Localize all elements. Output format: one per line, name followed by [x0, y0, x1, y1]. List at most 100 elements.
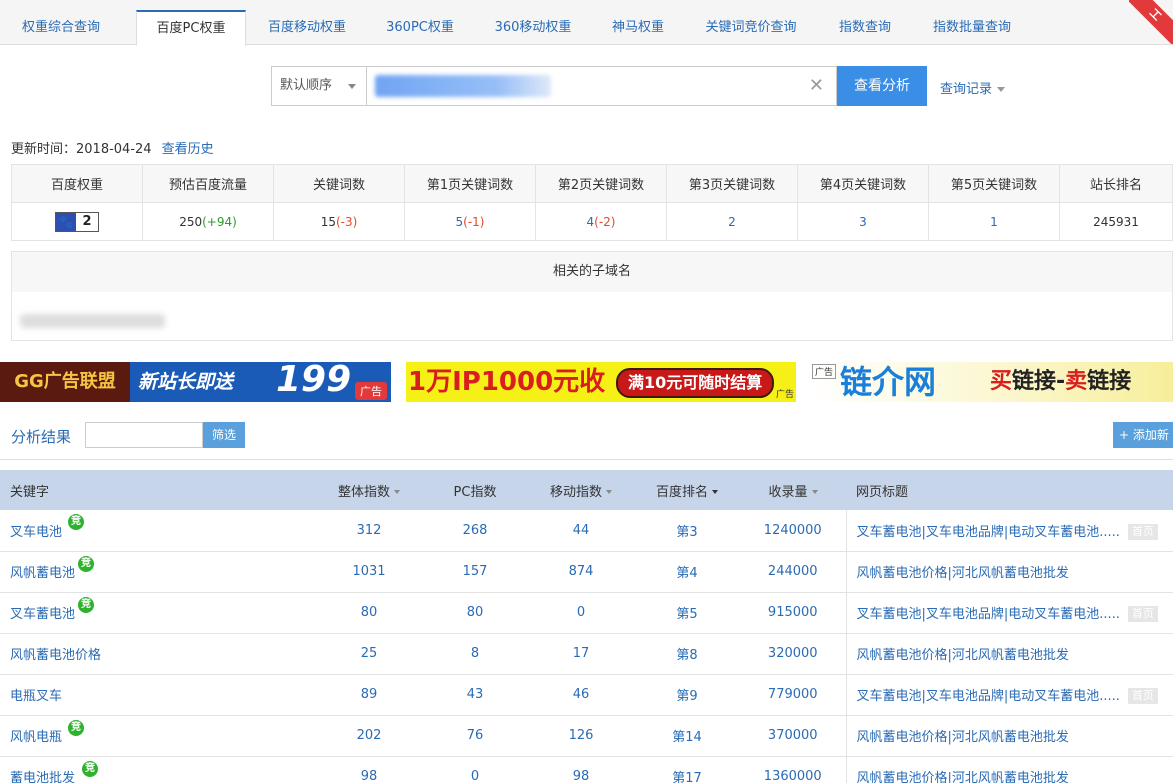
mobile-index-cell: 126 [528, 715, 634, 757]
sort-icon [606, 490, 612, 494]
keyword-count-cell: 15(-3) [273, 202, 405, 241]
keyword-link[interactable]: 叉车蓄电池 [10, 607, 75, 622]
table-row: 电瓶叉车 89 43 46 第9 779000 叉车蓄电池|叉车电池品牌|电动叉车蓄电池..… [0, 674, 1173, 716]
page-title-link[interactable]: 叉车蓄电池|叉车电池品牌|电动叉车蓄电池..... [857, 689, 1120, 704]
keyword-cell[interactable]: 电瓶叉车 [0, 674, 316, 716]
baidu-rank-cell[interactable]: 第17 [634, 756, 740, 783]
keyword-cell[interactable]: 风帆蓄电池竞 [0, 551, 316, 593]
col-indexed-count[interactable]: 收录量 [740, 470, 846, 510]
ip-ad-pill: 满10元可随时结算 [616, 368, 775, 398]
page-title-cell[interactable]: 叉车蓄电池|叉车电池品牌|电动叉车蓄电池..... 首页 [845, 510, 1173, 552]
total-index-cell: 80 [316, 592, 422, 634]
keyword-link[interactable]: 风帆蓄电池 [10, 566, 75, 581]
page-title-cell[interactable]: 风帆蓄电池价格|河北风帆蓄电池批发 [845, 715, 1173, 757]
chevron-down-icon [348, 84, 356, 89]
tab-weight-overview[interactable]: 权重综合查询 [0, 10, 122, 45]
order-select-label: 默认顺序 [280, 78, 333, 93]
page1-value: 5 [455, 214, 464, 229]
est-traffic-cell: 250(+94) [142, 202, 274, 241]
baidu-rank-cell[interactable]: 第3 [634, 510, 740, 552]
bid-badge-icon: 竞 [78, 555, 94, 572]
page-title-cell[interactable]: 风帆蓄电池价格|河北风帆蓄电池批发 [845, 551, 1173, 593]
query-history-dropdown[interactable]: 查询记录 [940, 78, 1006, 97]
col-baidu-rank[interactable]: 百度排名 [634, 470, 740, 510]
keyword-link[interactable]: 叉车电池 [10, 525, 62, 540]
page5-value[interactable]: 1 [928, 202, 1060, 241]
lianjie-slogan: 买链接-卖链接 [990, 362, 1131, 402]
ad-banner-gg[interactable]: GG广告联盟 新站长即送 199 广告 [0, 362, 391, 402]
bid-badge-icon: 竞 [68, 514, 84, 530]
baidu-rank-cell[interactable]: 第8 [634, 633, 740, 675]
tab-index-batch-query[interactable]: 指数批量查询 [924, 10, 1020, 45]
keyword-link[interactable]: 电瓶叉车 [10, 689, 62, 704]
col-total-index[interactable]: 整体指数 [316, 470, 422, 510]
col-total-index-label: 整体指数 [337, 484, 390, 500]
domain-search-input[interactable]: ✕ [366, 66, 837, 106]
tab-keyword-bid-query[interactable]: 关键词竞价查询 [698, 10, 804, 45]
lianjie-sell: 卖 [1065, 369, 1088, 394]
view-history-link[interactable]: 查看历史 [162, 142, 214, 157]
tab-index-query[interactable]: 指数查询 [830, 10, 900, 45]
total-index-cell: 98 [316, 756, 422, 783]
keyword-cell[interactable]: 风帆电瓶竞 [0, 715, 316, 757]
page-title-link[interactable]: 风帆蓄电池价格|河北风帆蓄电池批发 [857, 730, 1069, 745]
pc-index-cell: 76 [422, 715, 528, 757]
sort-icon [394, 490, 400, 494]
lianjie-link1: 链接- [1012, 369, 1066, 394]
col-baidu-weight: 百度权重 [11, 164, 143, 203]
lianjie-logo: 链介网 [840, 363, 937, 401]
tab-360-pc-weight[interactable]: 360PC权重 [378, 10, 462, 45]
page-title-cell[interactable]: 风帆蓄电池价格|河北风帆蓄电池批发 [845, 756, 1173, 783]
page-title-link[interactable]: 叉车蓄电池|叉车电池品牌|电动叉车蓄电池..... [857, 525, 1120, 540]
table-row: 风帆蓄电池价格 25 8 17 第8 320000 风帆蓄电池价格|河北风帆蓄电池批发 [0, 633, 1173, 675]
baidu-rank-cell[interactable]: 第9 [634, 674, 740, 716]
clear-icon[interactable]: ✕ [809, 76, 824, 96]
tab-baidu-pc-weight[interactable]: 百度PC权重 [136, 10, 246, 46]
results-filter-input[interactable] [85, 422, 203, 448]
baidu-rank-cell[interactable]: 第14 [634, 715, 740, 757]
keyword-link[interactable]: 蓄电池批发 [10, 771, 75, 783]
page-title-link[interactable]: 叉车蓄电池|叉车电池品牌|电动叉车蓄电池..... [857, 607, 1120, 622]
col-mobile-index[interactable]: 移动指数 [528, 470, 634, 510]
tab-360-mobile-weight[interactable]: 360移动权重 [488, 10, 578, 45]
pc-index-cell: 43 [422, 674, 528, 716]
baidu-rank-cell[interactable]: 第4 [634, 551, 740, 593]
keyword-results-table: 关键字 整体指数 PC指数 移动指数 百度排名 收录量 网页标题 叉车电池竞 31… [0, 470, 1173, 783]
keyword-cell[interactable]: 叉车蓄电池竞 [0, 592, 316, 634]
page-title-cell[interactable]: 风帆蓄电池价格|河北风帆蓄电池批发 [845, 633, 1173, 675]
page3-value[interactable]: 2 [666, 202, 798, 241]
page4-value[interactable]: 3 [797, 202, 929, 241]
analyze-button[interactable]: 查看分析 [837, 66, 927, 106]
baidu-rank-cell[interactable]: 第5 [634, 592, 740, 634]
page2-value: 4 [586, 214, 595, 229]
mobile-index-cell: 0 [528, 592, 634, 634]
keyword-cell[interactable]: 叉车电池竞 [0, 510, 316, 552]
page-title-cell[interactable]: 叉车蓄电池|叉车电池品牌|电动叉车蓄电池..... 首页 [845, 674, 1173, 716]
add-new-button[interactable]: + 添加新 [1113, 422, 1173, 448]
page2-cell[interactable]: 4(-2) [535, 202, 667, 241]
total-index-cell: 202 [316, 715, 422, 757]
indexed-count-cell: 1240000 [740, 510, 846, 552]
page-title-link[interactable]: 风帆蓄电池价格|河北风帆蓄电池批发 [857, 771, 1069, 783]
order-select[interactable]: 默认顺序 [271, 66, 367, 106]
baidu-weight-value: 2 [82, 213, 92, 229]
ad-banner-lianjie[interactable]: 广告 链介网 买链接-卖链接 [810, 362, 1173, 402]
mobile-index-cell: 46 [528, 674, 634, 716]
keyword-link[interactable]: 风帆蓄电池价格 [10, 648, 101, 663]
page-title-cell[interactable]: 叉车蓄电池|叉车电池品牌|电动叉车蓄电池..... 首页 [845, 592, 1173, 634]
keyword-link[interactable]: 风帆电瓶 [10, 730, 62, 745]
tab-baidu-mobile-weight[interactable]: 百度移动权重 [258, 10, 356, 45]
ad-banner-ip[interactable]: 1万IP1000元收 满10元可随时结算 广告 [406, 362, 796, 402]
weight-summary-row: 🐾 2 250(+94) 15(-3) 5(-1) 4(-2) 2 3 1 24… [11, 202, 1173, 241]
mobile-index-cell: 17 [528, 633, 634, 675]
keyword-cell[interactable]: 风帆蓄电池价格 [0, 633, 316, 675]
home-page-badge: 首页 [1127, 524, 1158, 540]
home-page-badge: 首页 [1127, 688, 1158, 705]
page1-cell[interactable]: 5(-1) [404, 202, 536, 241]
tab-shenma-weight[interactable]: 神马权重 [604, 10, 672, 45]
filter-button[interactable]: 筛选 [203, 422, 245, 448]
keyword-cell[interactable]: 蓄电池批发竞 [0, 756, 316, 783]
page-title-link[interactable]: 风帆蓄电池价格|河北风帆蓄电池批发 [857, 648, 1069, 663]
page-title-link[interactable]: 风帆蓄电池价格|河北风帆蓄电池批发 [857, 566, 1069, 581]
baidu-paw-icon: 🐾 [56, 212, 76, 231]
